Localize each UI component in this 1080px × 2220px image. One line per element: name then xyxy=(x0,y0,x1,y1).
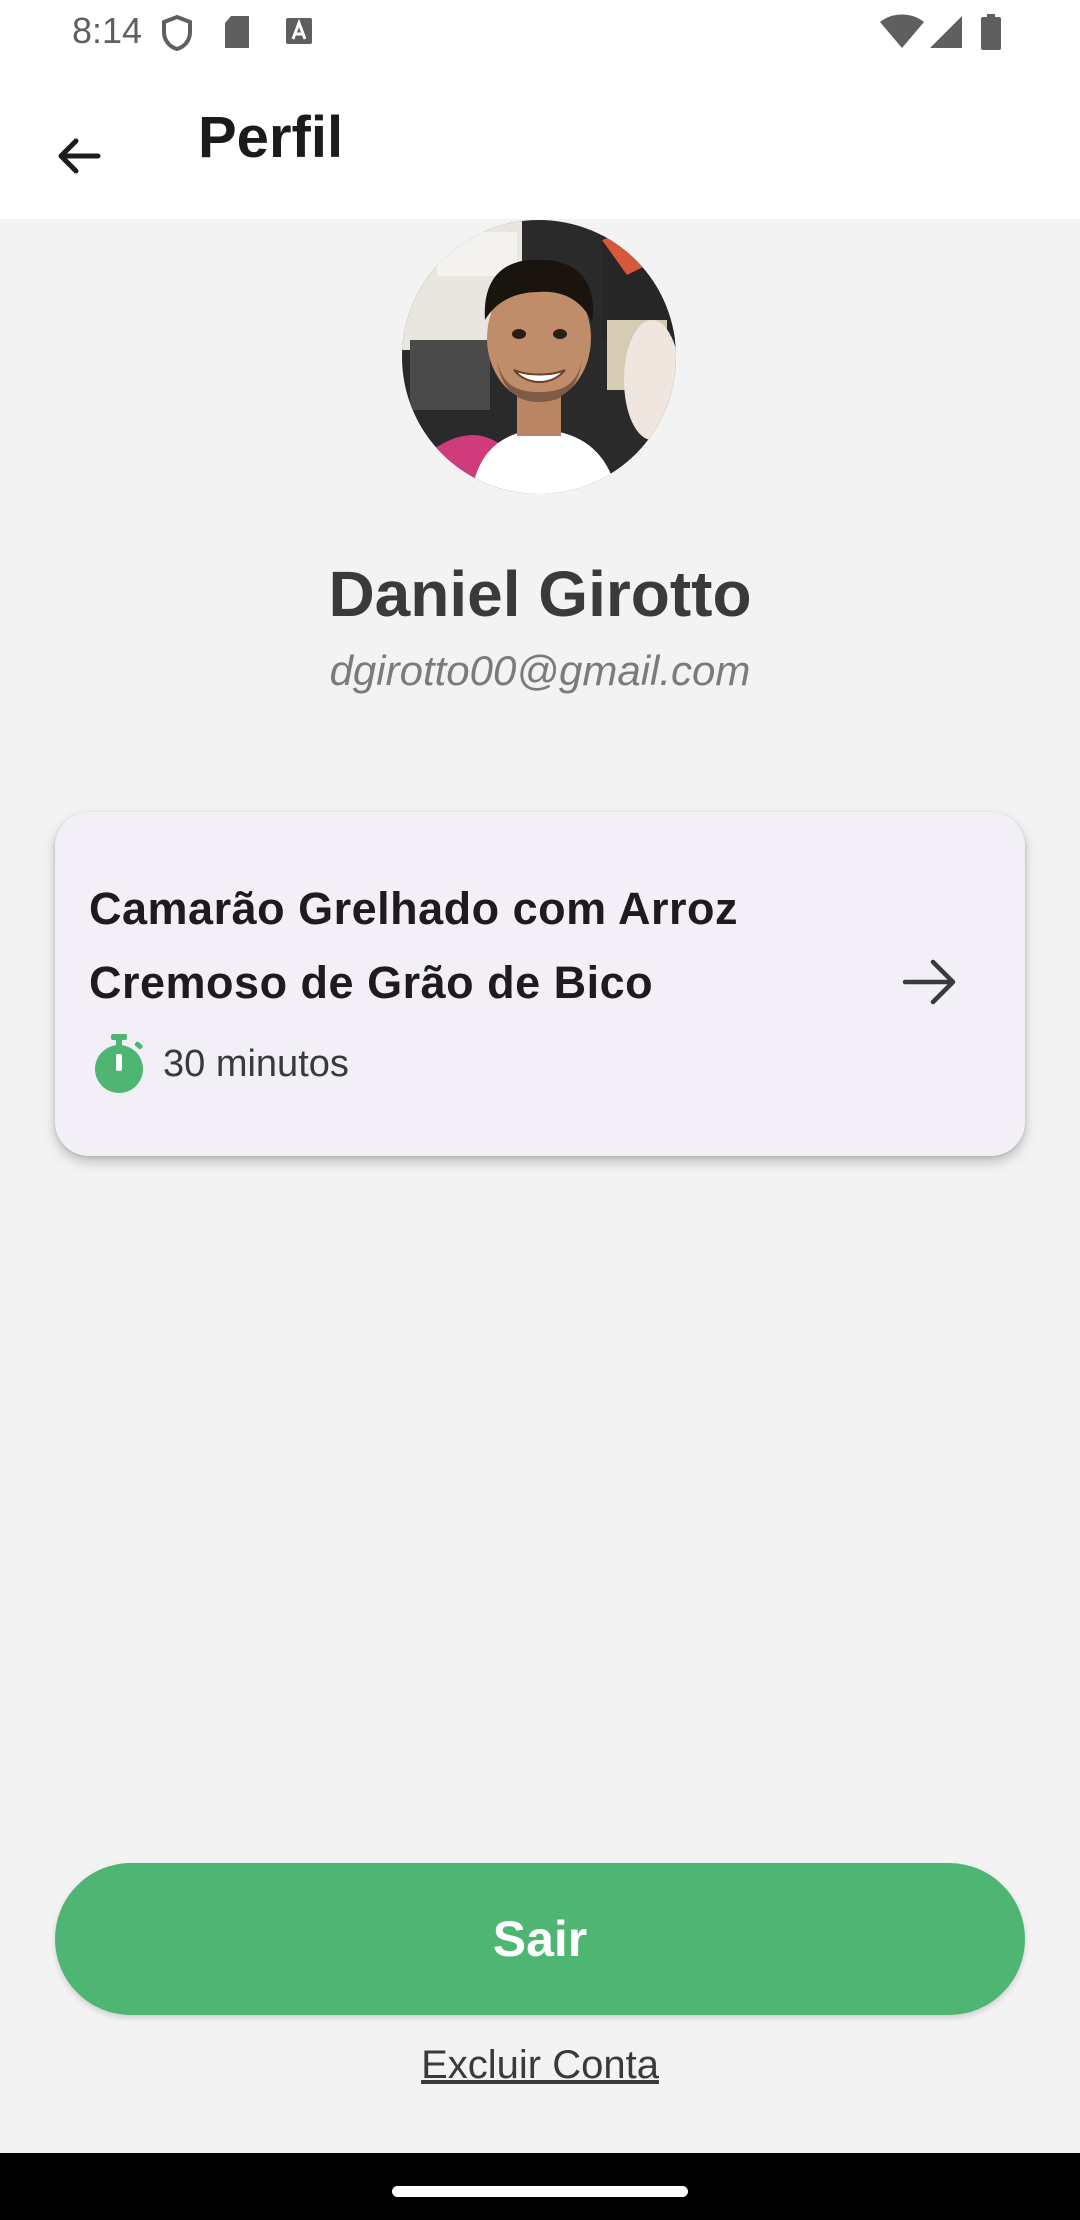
battery-icon xyxy=(980,14,1002,55)
profile-name: Daniel Girotto xyxy=(328,558,752,630)
avatar xyxy=(402,220,676,494)
delete-account-link[interactable]: Excluir Conta xyxy=(0,2043,1080,2088)
shield-icon xyxy=(160,14,194,57)
logout-button[interactable]: Sair xyxy=(55,1863,1025,2015)
back-button[interactable] xyxy=(30,108,126,204)
wifi-icon xyxy=(880,14,924,55)
signal-icon xyxy=(928,14,964,55)
timer-icon xyxy=(91,1034,147,1094)
arrow-forward-icon xyxy=(902,959,956,1005)
home-gesture-handle[interactable] xyxy=(392,2186,688,2197)
recipe-title: Camarão Grelhado com Arroz Cremoso de Gr… xyxy=(89,883,738,1008)
recipe-time: 30 minutos xyxy=(163,1042,349,1085)
app-bar: Perfil xyxy=(0,66,1080,219)
sd-card-icon xyxy=(222,14,252,55)
profile-email: dgirotto00@gmail.com xyxy=(329,647,751,694)
recipe-time-row: 30 minutos xyxy=(91,1034,349,1094)
page-title: Perfil xyxy=(198,105,344,170)
status-bar: 8:14 xyxy=(0,0,1080,66)
arrow-back-icon xyxy=(58,138,101,174)
text-a-icon xyxy=(284,14,314,53)
recipe-card[interactable]: Camarão Grelhado com Arroz Cremoso de Gr… xyxy=(55,812,1025,1156)
navigation-bar xyxy=(0,2153,1080,2220)
status-time: 8:14 xyxy=(72,10,143,51)
